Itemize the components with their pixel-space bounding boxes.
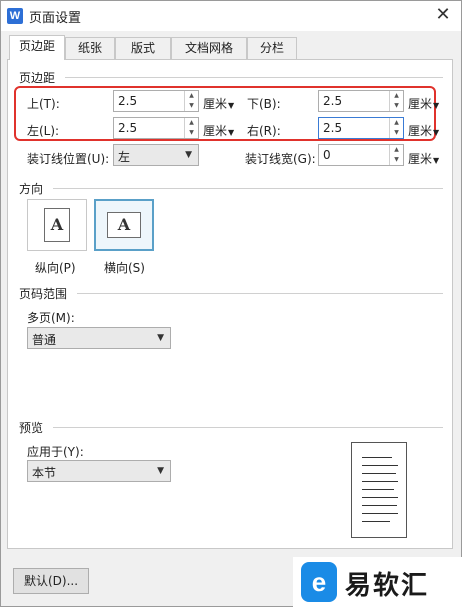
divider [53, 427, 443, 428]
multiple-pages-select[interactable]: 普通 ▼ [27, 327, 171, 349]
chevron-down-icon: ▼ [157, 333, 164, 343]
gutter-position-value: 左 [118, 150, 131, 164]
chevron-down-icon: ▼ [433, 101, 440, 110]
watermark: e 易软汇 [293, 557, 462, 608]
gutter-width-spinner[interactable]: 0 ▲ ▼ [318, 144, 404, 166]
spinner-arrows[interactable]: ▲ ▼ [184, 118, 198, 138]
multiple-pages-value: 普通 [32, 333, 57, 347]
preview-text-line [362, 489, 394, 490]
chevron-down-icon: ▼ [157, 466, 164, 476]
dialog-title: 页面设置 [29, 11, 82, 26]
top-margin-label: 上(T): [27, 97, 60, 111]
left-margin-value: 2.5 [118, 121, 138, 135]
chevron-down-icon: ▼ [228, 101, 235, 110]
left-margin-label: 左(L): [27, 124, 60, 138]
spinner-arrows[interactable]: ▲ ▼ [184, 91, 198, 111]
gutter-position-label: 装订线位置(U): [27, 152, 110, 166]
spin-up-icon[interactable]: ▲ [390, 145, 403, 155]
page-setup-dialog: W 页面设置 ✕ 页边距 纸张 版式 文档网格 分栏 页边距 上(T): 2.5… [0, 0, 462, 608]
spin-down-icon[interactable]: ▼ [390, 128, 403, 138]
spinner-arrows[interactable]: ▲ ▼ [389, 118, 403, 138]
tab-layout[interactable]: 版式 [115, 37, 171, 59]
watermark-logo-icon: e [301, 562, 337, 602]
multiple-pages-label: 多页(M): [27, 311, 75, 325]
right-margin-label: 右(R): [247, 124, 281, 138]
preview-text-line [362, 465, 398, 466]
spin-up-icon[interactable]: ▲ [185, 118, 198, 128]
portrait-button[interactable]: A [27, 199, 87, 251]
spin-down-icon[interactable]: ▼ [185, 128, 198, 138]
right-margin-unit[interactable]: 厘米▼ [408, 122, 439, 139]
gutter-width-value: 0 [323, 148, 331, 162]
spinner-arrows[interactable]: ▲ ▼ [389, 145, 403, 165]
landscape-button[interactable]: A [94, 199, 154, 251]
preview-page-thumbnail [351, 442, 407, 538]
apply-to-select[interactable]: 本节 ▼ [27, 460, 171, 482]
chevron-down-icon: ▼ [433, 128, 440, 137]
divider [77, 293, 443, 294]
preview-text-line [362, 473, 396, 474]
landscape-label: 横向(S) [104, 261, 145, 275]
bottom-margin-spinner[interactable]: 2.5 ▲ ▼ [318, 90, 404, 112]
orientation-section-title: 方向 [19, 182, 44, 196]
spin-down-icon[interactable]: ▼ [185, 101, 198, 111]
right-margin-value: 2.5 [323, 121, 343, 135]
chevron-down-icon: ▼ [228, 128, 235, 137]
left-margin-spinner[interactable]: 2.5 ▲ ▼ [113, 117, 199, 139]
preview-section-title: 预览 [19, 421, 44, 435]
wps-writer-icon: W [7, 8, 23, 24]
spin-up-icon[interactable]: ▲ [390, 118, 403, 128]
chevron-down-icon: ▼ [185, 150, 192, 160]
right-margin-spinner[interactable]: 2.5 ▲ ▼ [318, 117, 404, 139]
preview-text-line [362, 521, 390, 522]
left-margin-unit[interactable]: 厘米▼ [203, 122, 234, 139]
watermark-text: 易软汇 [345, 571, 430, 601]
default-button[interactable]: 默认(D)... [13, 568, 89, 594]
spin-down-icon[interactable]: ▼ [390, 101, 403, 111]
apply-to-value: 本节 [32, 466, 57, 480]
top-margin-unit[interactable]: 厘米▼ [203, 95, 234, 112]
tab-columns[interactable]: 分栏 [247, 37, 297, 59]
preview-text-line [362, 505, 397, 506]
bottom-margin-label: 下(B): [247, 97, 281, 111]
tab-margins[interactable]: 页边距 [9, 35, 65, 60]
portrait-page-icon: A [44, 208, 70, 242]
preview-text-line [362, 481, 398, 482]
top-margin-value: 2.5 [118, 94, 138, 108]
tab-document-grid[interactable]: 文档网格 [171, 37, 247, 59]
spinner-arrows[interactable]: ▲ ▼ [389, 91, 403, 111]
spin-up-icon[interactable]: ▲ [185, 91, 198, 101]
title-bar: W 页面设置 ✕ [1, 1, 461, 31]
divider [53, 188, 443, 189]
preview-text-line [362, 513, 398, 514]
divider [65, 77, 443, 78]
margins-section-title: 页边距 [19, 71, 56, 85]
gutter-position-select[interactable]: 左 ▼ [113, 144, 199, 166]
preview-text-line [362, 497, 398, 498]
close-button[interactable]: ✕ [433, 5, 453, 25]
apply-to-label: 应用于(Y): [27, 445, 84, 459]
landscape-page-icon: A [107, 212, 141, 238]
gutter-width-label: 装订线宽(G): [245, 152, 316, 166]
page-range-section-title: 页码范围 [19, 287, 68, 301]
spin-up-icon[interactable]: ▲ [390, 91, 403, 101]
preview-text-line [362, 457, 392, 458]
bottom-margin-unit[interactable]: 厘米▼ [408, 95, 439, 112]
gutter-width-unit[interactable]: 厘米▼ [408, 150, 439, 167]
portrait-label: 纵向(P) [35, 261, 76, 275]
chevron-down-icon: ▼ [433, 156, 440, 165]
tab-paper[interactable]: 纸张 [65, 37, 115, 59]
top-margin-spinner[interactable]: 2.5 ▲ ▼ [113, 90, 199, 112]
bottom-margin-value: 2.5 [323, 94, 343, 108]
spin-down-icon[interactable]: ▼ [390, 155, 403, 165]
